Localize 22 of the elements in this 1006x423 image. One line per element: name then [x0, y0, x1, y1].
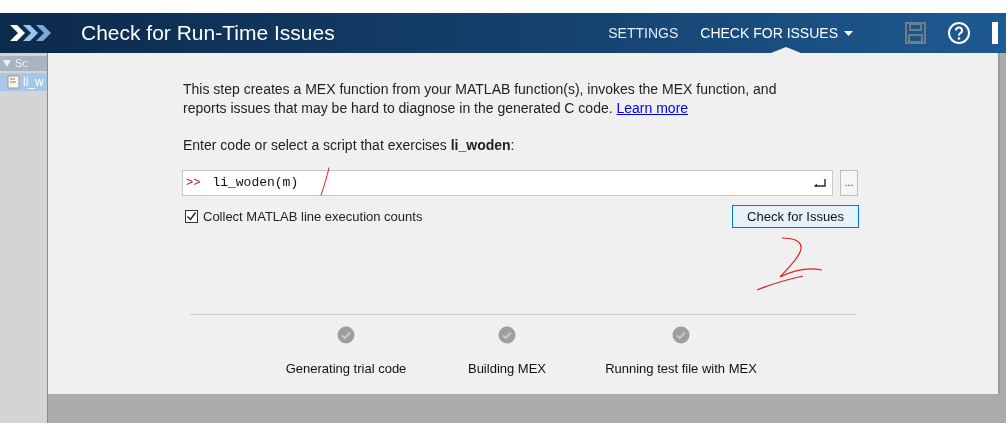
handwriting-mark-drawing: [320, 167, 330, 196]
return-icon: [814, 179, 826, 187]
nav-tab[interactable]: SETTINGS: [608, 13, 679, 53]
entry-label: Enter code or select a script that exercises li_woden:: [183, 136, 516, 155]
step-label: Running test file with MEX: [605, 360, 757, 378]
browse-button[interactable]: ...: [840, 170, 858, 196]
command-text: li_woden(m): [212, 174, 299, 193]
page-title: Check for Run-Time Issues: [81, 20, 335, 47]
description-text: This step creates a MEX function from your MATLAB function(s), invokes the MEX function, and reports issues that may be hard to diagnose in the generated C code. Learn more: [183, 80, 778, 118]
step-label: Generating trial code: [285, 360, 407, 378]
collect-counts-checkbox[interactable]: Collect MATLAB line execution counts: [185, 206, 423, 227]
function-file-icon: [7, 75, 20, 89]
step-label: Building MEX: [467, 360, 546, 378]
learn-more-link[interactable]: Learn more: [616, 100, 689, 116]
check-for-issues-button[interactable]: Check for Issues: [732, 205, 859, 228]
caret-icon: [844, 30, 853, 36]
save-icon[interactable]: [905, 22, 926, 44]
command-field[interactable]: >> li_woden(m): [182, 170, 833, 196]
help-icon[interactable]: [948, 22, 970, 44]
checkmark-icon: [186, 211, 197, 222]
prompt-symbol: >>: [186, 175, 201, 192]
expand-triangle-icon: [3, 60, 11, 67]
